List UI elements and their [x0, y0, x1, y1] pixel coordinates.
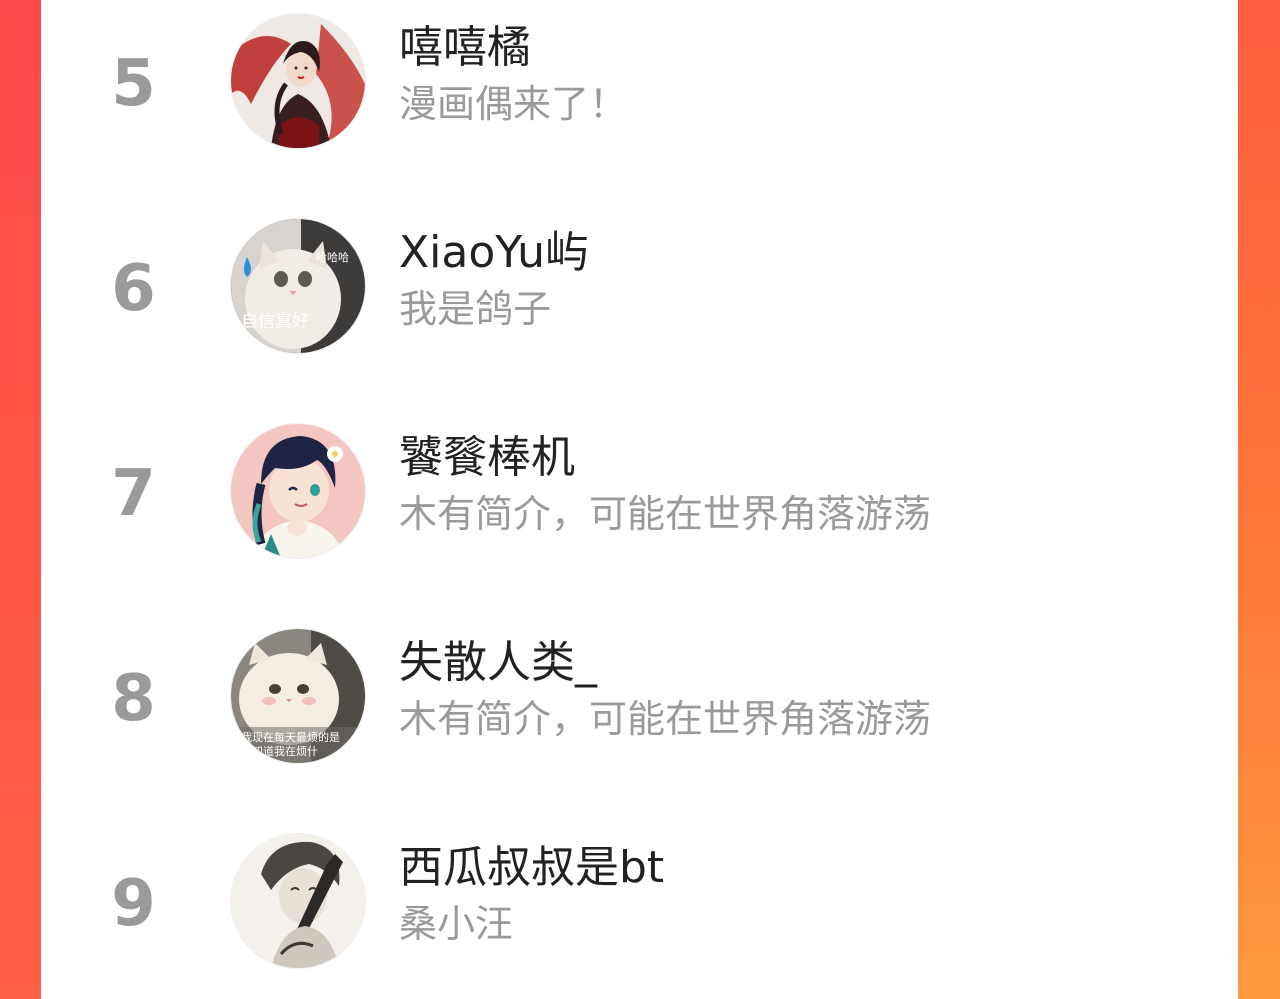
- rank-number: 8: [111, 662, 156, 736]
- user-bio: 桑小汪: [399, 902, 514, 946]
- user-name[interactable]: 失散人类_: [399, 633, 597, 693]
- user-bio: 木有简介，可能在世界角落游荡: [399, 492, 932, 536]
- user-name[interactable]: 饕餮棒机: [399, 428, 575, 488]
- right-orange-frame: [1238, 0, 1280, 999]
- rank-number: 9: [111, 867, 156, 941]
- rank-number: 6: [111, 252, 156, 326]
- user-avatar[interactable]: 我现在每天最烦的是 不知道我在烦什: [231, 629, 365, 763]
- anime-girl-red-robe-icon: [231, 14, 365, 148]
- ranking-row-5[interactable]: 5 嘻嘻橘 漫画偶来了！: [41, 2, 1238, 162]
- avatar-caption-bottom: 自信真好: [241, 312, 309, 332]
- ranking-panel: 5 嘻嘻橘 漫画偶来了！ 6 哈哈哈 自信真好 XiaoYu屿 我是鸽子 7 饕…: [41, 0, 1238, 999]
- user-avatar[interactable]: 哈哈哈 自信真好: [231, 219, 365, 353]
- avatar-caption-top: 我现在每天最烦的是: [241, 730, 340, 744]
- user-bio: 木有简介，可能在世界角落游荡: [399, 697, 932, 741]
- ranking-row-6[interactable]: 6 哈哈哈 自信真好 XiaoYu屿 我是鸽子: [41, 207, 1238, 367]
- white-cat-meme-icon: 哈哈哈 自信真好: [231, 219, 365, 353]
- avatar-caption-bottom: 不知道我在烦什: [241, 744, 318, 758]
- user-name[interactable]: 西瓜叔叔是bt: [399, 838, 664, 898]
- ranking-row-9[interactable]: 9 西瓜叔叔是bt 桑小汪: [41, 822, 1238, 982]
- ranking-row-8[interactable]: 8 我现在每天最烦的是 不知道我在烦什 失散人类_ 木有简介，可能在世界角落游荡: [41, 617, 1238, 777]
- user-avatar[interactable]: [231, 14, 365, 148]
- user-name[interactable]: XiaoYu屿: [399, 223, 589, 283]
- user-name[interactable]: 嘻嘻橘: [399, 18, 531, 78]
- left-orange-frame: [0, 0, 41, 999]
- user-avatar[interactable]: [231, 834, 365, 968]
- rank-number: 5: [111, 47, 156, 121]
- avatar-caption-top: 哈哈哈: [316, 251, 349, 264]
- user-bio: 我是鸽子: [399, 287, 552, 331]
- anime-boy-braid-icon: [231, 424, 365, 558]
- user-avatar[interactable]: [231, 424, 365, 558]
- rank-number: 7: [111, 457, 156, 531]
- ranking-list: 5 嘻嘻橘 漫画偶来了！ 6 哈哈哈 自信真好 XiaoYu屿 我是鸽子 7 饕…: [41, 0, 1238, 999]
- ranking-row-7[interactable]: 7 饕餮棒机 木有简介，可能在世界角落游荡: [41, 412, 1238, 572]
- user-bio: 漫画偶来了！: [399, 82, 628, 126]
- sketch-man-rifle-icon: [231, 834, 365, 968]
- fluffy-cat-meme-icon: 我现在每天最烦的是 不知道我在烦什: [231, 629, 365, 763]
